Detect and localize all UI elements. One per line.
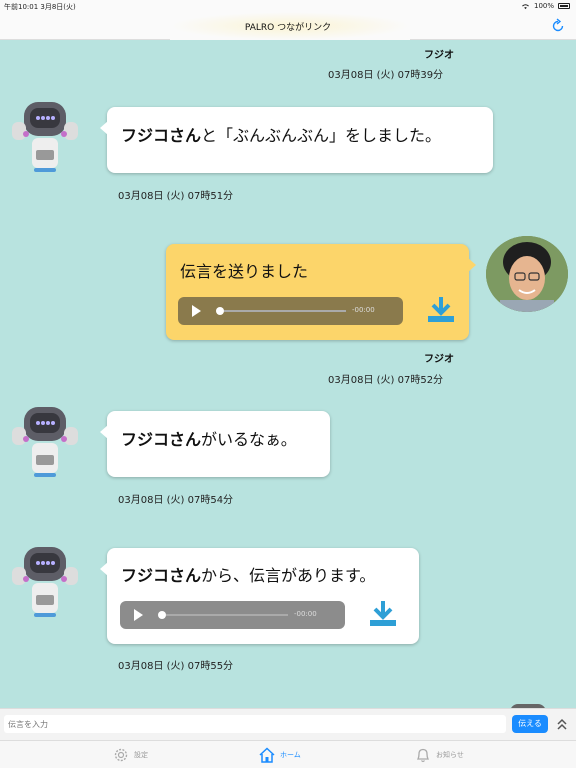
message-bubble: フジコさんがいるなぁ。 (100, 411, 330, 477)
tab-bar: 設定 ホーム お知らせ (0, 740, 576, 768)
wifi-icon (522, 3, 529, 9)
send-button[interactable]: 伝える (512, 715, 548, 733)
message-body: から、伝言があります。 (201, 566, 376, 585)
message-input[interactable] (4, 715, 506, 733)
message-body: がいるなぁ。 (201, 430, 297, 449)
message-body: と「ぶんぶんぶん」をしました。 (201, 126, 442, 145)
sender-name: フジオ (424, 354, 454, 365)
play-icon[interactable] (134, 609, 143, 621)
tab-home[interactable]: ホーム (258, 745, 301, 765)
tab-settings[interactable]: 設定 (112, 745, 148, 765)
bubble-tail (100, 425, 108, 439)
palro-robot-avatar (12, 102, 78, 172)
message-timestamp: 03月08日 (火) 07時39分 (328, 70, 444, 81)
own-message-bubble: 伝言を送りました -00:00 (166, 244, 476, 340)
message-name: フジコさん (121, 430, 202, 449)
status-bar: 午前10:01 3月8日(火) 100% (0, 0, 576, 12)
home-icon (259, 747, 275, 763)
audio-time: -00:00 (294, 610, 317, 618)
message-text: フジコさんがいるなぁ。 (121, 426, 297, 450)
nav-bar: PALRO つながリンク (0, 12, 576, 40)
status-time-date: 午前10:01 3月8日(火) (4, 3, 76, 11)
audio-scrubber[interactable] (158, 611, 166, 619)
palro-robot-avatar (12, 547, 78, 617)
message-timestamp: 03月08日 (火) 07時52分 (328, 375, 444, 386)
sender-name: フジオ (424, 50, 454, 61)
user-photo (486, 236, 568, 312)
message-bubble: フジコさんと「ぶんぶんぶん」をしました。 (100, 107, 493, 173)
message-timestamp: 03月08日 (火) 07時55分 (118, 661, 234, 672)
tab-label: お知らせ (436, 751, 464, 759)
tab-label: 設定 (134, 751, 148, 759)
message-timestamp: 03月08日 (火) 07時51分 (118, 191, 234, 202)
palro-robot-avatar (12, 407, 78, 477)
bubble-tail (100, 121, 108, 135)
audio-track[interactable] (224, 310, 346, 312)
audio-scrubber[interactable] (216, 307, 224, 315)
status-right: 100% (521, 2, 570, 10)
message-text: 伝言を送りました (180, 262, 309, 281)
bubble-tail (100, 562, 108, 576)
audio-time: -00:00 (352, 306, 375, 314)
chevron-double-up-icon[interactable] (556, 717, 568, 731)
gear-icon (114, 748, 128, 762)
message-name: フジコさん (121, 566, 202, 585)
message-name: フジコさん (121, 126, 202, 145)
bell-icon (416, 748, 430, 763)
download-icon[interactable] (426, 294, 456, 324)
battery-percent: 100% (533, 2, 554, 10)
download-icon[interactable] (368, 598, 398, 628)
tab-label: ホーム (280, 751, 301, 759)
battery-icon (558, 3, 570, 9)
message-bubble: フジコさんから、伝言があります。 -00:00 (100, 548, 419, 644)
message-input-bar: 伝える (0, 708, 576, 740)
audio-player[interactable]: -00:00 (178, 297, 403, 325)
message-text: フジコさんと「ぶんぶんぶん」をしました。 (121, 122, 441, 146)
audio-player[interactable]: -00:00 (120, 601, 345, 629)
refresh-icon[interactable] (550, 18, 566, 34)
audio-track[interactable] (166, 614, 288, 616)
message-timestamp: 03月08日 (火) 07時54分 (118, 495, 234, 506)
bubble-tail (468, 258, 476, 272)
user-avatar (486, 236, 568, 312)
message-text: フジコさんから、伝言があります。 (121, 562, 375, 586)
tab-notifications[interactable]: お知らせ (414, 745, 464, 765)
play-icon[interactable] (192, 305, 201, 317)
page-title: PALRO つながリンク (244, 23, 332, 33)
